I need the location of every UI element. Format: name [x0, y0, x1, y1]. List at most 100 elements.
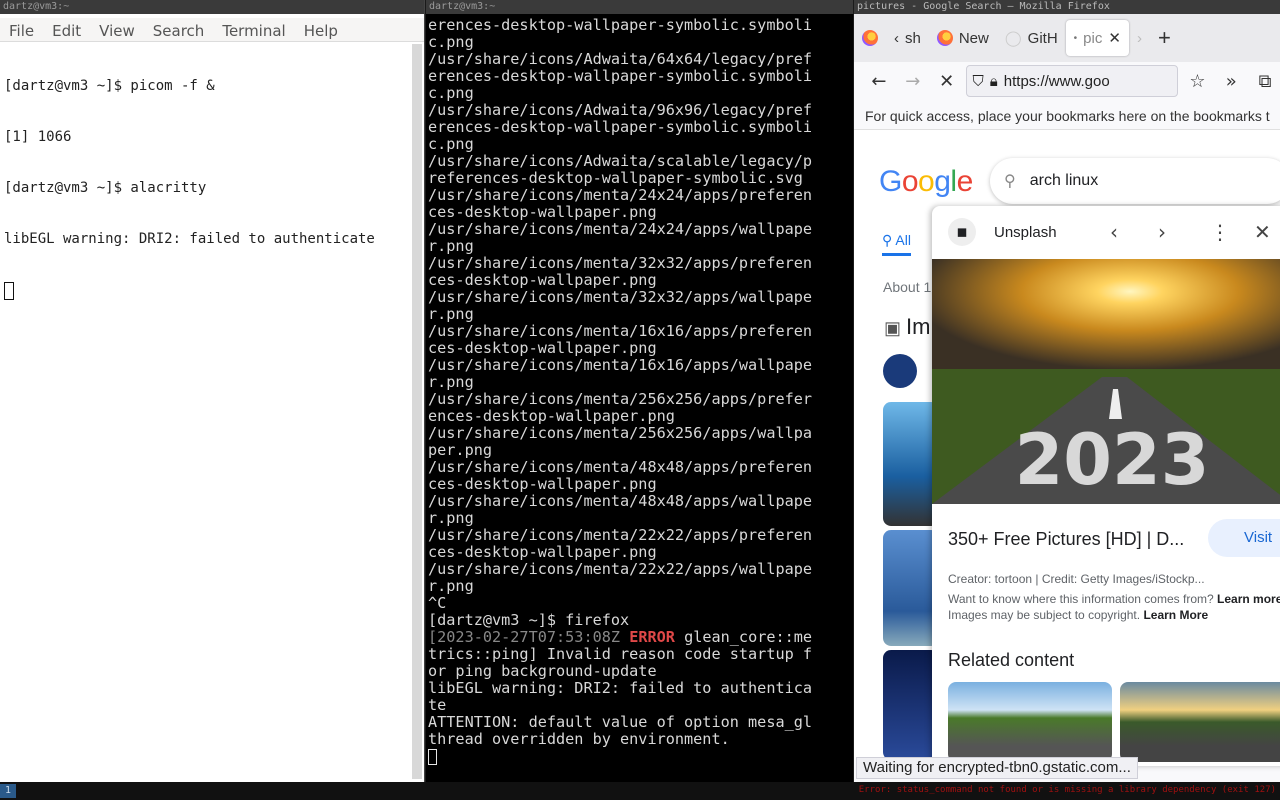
extensions-icon[interactable]: ⧉ [1250, 66, 1280, 96]
search-icon[interactable]: ⚲ [1004, 171, 1016, 191]
tab-3[interactable]: ◯ GitH [997, 20, 1066, 56]
bookmarks-toolbar-hint: For quick access, place your bookmarks h… [854, 102, 1280, 130]
terminal-line: references-desktop-wallpaper-symbolic.sv… [428, 169, 803, 187]
wm-status-bar: 1 Error: status_command not found or is … [0, 782, 1280, 800]
terminal-cursor [4, 282, 14, 300]
terminal-output[interactable]: [dartz@vm3 ~]$ picom -f & [1] 1066 [dart… [4, 44, 410, 334]
tab-4-active[interactable]: • pic ✕ [1065, 20, 1129, 56]
terminal-line: ces-desktop-wallpaper.png [428, 543, 657, 561]
copyright-text: Images may be subject to copyright. Lear… [948, 608, 1209, 622]
loading-icon: • [1073, 32, 1078, 44]
info-text: Want to know where this information come… [948, 592, 1280, 606]
image-result[interactable] [883, 402, 939, 526]
hero-year: 2023 [1015, 419, 1210, 501]
tab-2[interactable]: New [929, 20, 997, 56]
terminal-line: /usr/share/icons/menta/48x48/apps/prefer… [428, 458, 813, 476]
menu-file[interactable]: File [0, 18, 43, 41]
web-page: Google ⚲ arch linux ⚲ All About 1 ▣ Im ◼… [854, 130, 1280, 766]
terminal-line: erences-desktop-wallpaper-symbolic.symbo… [428, 17, 813, 34]
star-icon[interactable]: ☆ [1182, 66, 1212, 96]
road-sunset-image: 2023 [932, 259, 1280, 504]
terminal-line: erences-desktop-wallpaper-symbolic.symbo… [428, 118, 813, 136]
terminal-line: ^C [428, 594, 447, 612]
new-tab-button[interactable]: + [1150, 20, 1179, 56]
images-heading[interactable]: ▣ Im [884, 314, 930, 340]
terminal-line: c.png [428, 135, 474, 153]
firefox-view-button[interactable] [854, 20, 886, 56]
left-terminal-window[interactable]: dartz@vm3:~ File Edit View Search Termin… [0, 0, 425, 782]
forward-icon[interactable]: → [898, 66, 928, 96]
next-icon[interactable]: › [1158, 220, 1166, 244]
image-result[interactable] [883, 650, 939, 760]
status-bar: Waiting for encrypted-tbn0.gstatic.com..… [856, 757, 1138, 779]
terminal-line: /usr/share/icons/Adwaita/96x96/legacy/pr… [428, 101, 813, 119]
related-image[interactable] [948, 682, 1112, 762]
error-line: [2023-02-27T07:53:08Z ERROR glean_core::… [428, 629, 850, 646]
tab-bar: ‹ sh New ◯ GitH • pic ✕ › + [854, 14, 1280, 62]
tab-all-label: All [895, 232, 911, 248]
overflow-chevron-icon[interactable]: » [1216, 66, 1246, 96]
terminal-line: ces-desktop-wallpaper.png [428, 339, 657, 357]
terminal-line: /usr/share/icons/menta/256x256/apps/pref… [428, 390, 813, 408]
terminal-line: te [428, 696, 447, 714]
terminal-line: ces-desktop-wallpaper.png [428, 475, 657, 493]
tab-1[interactable]: ‹ sh [886, 20, 929, 56]
learn-more-link[interactable]: Learn more [1217, 592, 1280, 606]
source-name[interactable]: Unsplash [994, 224, 1057, 241]
related-image[interactable] [1120, 682, 1280, 762]
image-result[interactable] [883, 530, 939, 646]
terminal-line: c.png [428, 84, 474, 102]
google-logo[interactable]: Google [879, 165, 973, 199]
terminal-line: per.png [428, 441, 493, 459]
workspace-indicator[interactable]: 1 [0, 784, 16, 798]
terminal-menubar: File Edit View Search Terminal Help [0, 18, 424, 42]
related-heading: Related content [948, 650, 1075, 670]
results-count: About 1 [883, 279, 932, 295]
lock-icon[interactable]: 🔒︎ [990, 73, 998, 90]
prev-icon[interactable]: ‹ [1110, 220, 1118, 244]
tab-all[interactable]: ⚲ All [882, 232, 911, 256]
shield-icon[interactable]: ⛉ [973, 73, 984, 90]
terminal-line: ences-desktop-wallpaper.png [428, 407, 675, 425]
terminal-line: libEGL warning: DRI2: failed to authenti… [428, 679, 813, 697]
tab-scroll-right[interactable]: › [1129, 20, 1150, 56]
terminal-line: [dartz@vm3 ~]$ picom -f & [4, 78, 215, 94]
error-timestamp: [2023-02-27T07:53:08Z [428, 628, 621, 646]
terminal-line: ces-desktop-wallpaper.png [428, 203, 657, 221]
search-input[interactable]: ⚲ arch linux [990, 158, 1280, 204]
menu-help[interactable]: Help [295, 18, 347, 41]
terminal-output[interactable]: erences-desktop-wallpaper-symbolic.symbo… [428, 17, 850, 765]
menu-edit[interactable]: Edit [43, 18, 90, 41]
alacritty-window[interactable]: dartz@vm3:~ erences-desktop-wallpaper-sy… [426, 0, 853, 782]
search-icon: ⚲ [882, 232, 896, 248]
preview-image[interactable]: 2023 [932, 259, 1280, 504]
back-icon[interactable]: ← [864, 66, 894, 96]
terminal-line: /usr/share/icons/menta/24x24/apps/prefer… [428, 186, 813, 204]
learn-more-link-2[interactable]: Learn More [1143, 608, 1208, 622]
result-title[interactable]: 350+ Free Pictures [HD] | D... [948, 529, 1184, 550]
close-icon[interactable]: ✕ [1254, 220, 1271, 244]
terminal-line: [dartz@vm3 ~]$ firefox [428, 611, 630, 629]
source-avatar[interactable] [883, 354, 917, 388]
menu-terminal[interactable]: Terminal [213, 18, 294, 41]
url-bar[interactable]: ⛉ 🔒︎ https://www.goo [965, 65, 1179, 97]
close-tab-icon[interactable]: ✕ [1108, 29, 1121, 47]
stop-icon[interactable]: ✕ [932, 66, 962, 96]
terminal-line: /usr/share/icons/menta/32x32/apps/prefer… [428, 254, 813, 272]
menu-search[interactable]: Search [144, 18, 214, 41]
terminal-line: [dartz@vm3 ~]$ alacritty [4, 180, 207, 196]
back-arrow-icon: ‹ [894, 29, 899, 47]
visit-button[interactable]: Visit [1208, 519, 1280, 557]
firefox-icon [936, 30, 953, 46]
unsplash-icon: ◼ [948, 218, 976, 246]
terminal-line: /usr/share/icons/menta/16x16/apps/wallpa… [428, 356, 813, 374]
firefox-window[interactable]: pictures - Google Search — Mozilla Firef… [854, 0, 1280, 782]
terminal-line: /usr/share/icons/menta/16x16/apps/prefer… [428, 322, 813, 340]
error-module: glean_core::me [684, 628, 813, 646]
tab-label: pic [1083, 29, 1103, 47]
more-icon[interactable]: ⋮ [1210, 220, 1230, 244]
menu-view[interactable]: View [90, 18, 144, 41]
terminal-line: r.png [428, 373, 474, 391]
window-title: dartz@vm3:~ [426, 0, 853, 14]
terminal-scrollbar[interactable] [412, 44, 422, 779]
